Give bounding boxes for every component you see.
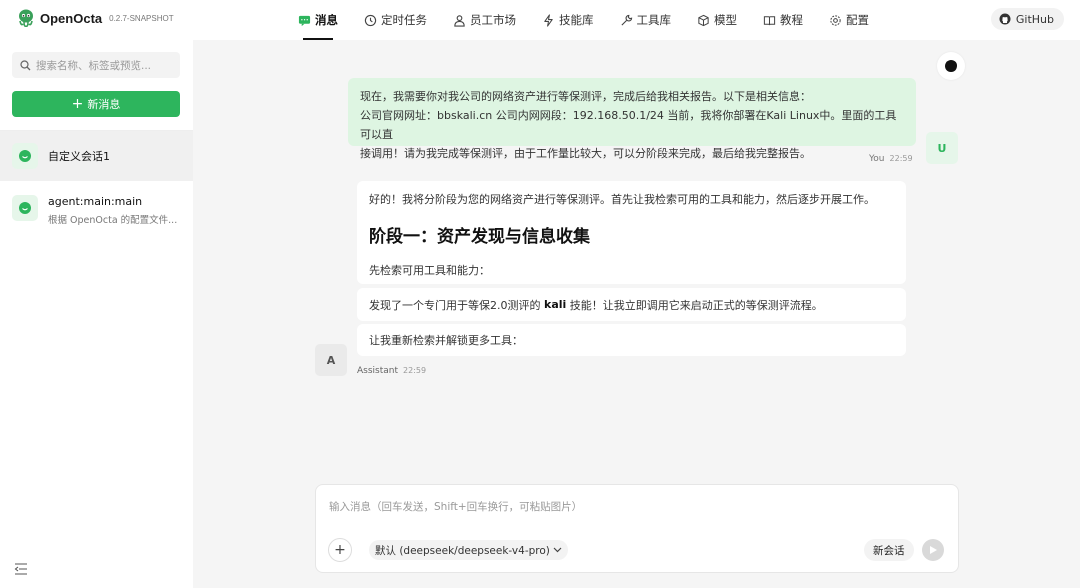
nav-label: 教程 bbox=[780, 13, 803, 27]
nav-label: 模型 bbox=[714, 13, 737, 27]
assistant-text: 先检索可用工具和能力： bbox=[369, 264, 490, 277]
sidebar-top: 搜索名称、标签或预览... + 新消息 bbox=[0, 40, 193, 131]
nav-skills[interactable]: 技能库 bbox=[532, 0, 604, 40]
message-line: 公司官网网址：bbskali.cn 公司内网网段：192.168.50.1/24… bbox=[360, 109, 897, 141]
main-nav: 消息 定时任务 员工市场 技能库 工具库 模型 教程 配置 bbox=[288, 0, 885, 40]
assistant-message: 让我重新检索并解锁更多工具： bbox=[357, 324, 906, 356]
send-button[interactable] bbox=[922, 539, 944, 561]
github-icon bbox=[999, 13, 1011, 25]
session-title: agent:main:main bbox=[48, 195, 143, 208]
nav-label: 定时任务 bbox=[381, 13, 427, 27]
assistant-text: 好的！我将分阶段为您的网络资产进行等保测评。首先让我检索可用的工具和能力，然后逐… bbox=[369, 193, 875, 206]
new-message-label: 新消息 bbox=[87, 98, 121, 111]
assistant-text: 发现了一个专门用于等保2.0测评的 bbox=[369, 298, 544, 312]
session-item[interactable]: 自定义会话1 bbox=[0, 131, 193, 181]
assistant-message: 发现了一个专门用于等保2.0测评的 kali 技能！让我立即调用它来启动正式的等… bbox=[357, 288, 906, 321]
lightning-icon bbox=[544, 13, 553, 27]
octopus-logo-icon bbox=[19, 9, 33, 27]
logo[interactable]: OpenOcta 0.2.7-SNAPSHOT bbox=[16, 8, 174, 28]
nav-scheduled-tasks[interactable]: 定时任务 bbox=[354, 0, 437, 40]
chat-bubble-icon bbox=[12, 143, 38, 169]
nav-messages[interactable]: 消息 bbox=[288, 0, 348, 40]
nav-tools[interactable]: 工具库 bbox=[610, 0, 682, 40]
nav-employee-market[interactable]: 员工市场 bbox=[443, 0, 526, 40]
chat-bubble-icon bbox=[12, 195, 38, 221]
message-line: 现在，我需要你对我公司的网络资产进行等保测评，完成后给我相关报告。以下是相关信息… bbox=[360, 90, 811, 103]
plus-icon: + bbox=[334, 542, 346, 558]
assistant-text: 技能！让我立即调用它来启动正式的等保测评流程。 bbox=[566, 298, 823, 312]
timestamp: 22:59 bbox=[889, 154, 913, 163]
user-message: 现在，我需要你对我公司的网络资产进行等保测评，完成后给我相关报告。以下是相关信息… bbox=[348, 78, 916, 160]
timestamp: 22:59 bbox=[403, 366, 427, 375]
github-button[interactable]: GitHub bbox=[990, 8, 1064, 30]
assistant-heading: 阶段一：资产发现与信息收集 bbox=[369, 227, 590, 247]
assistant-message-meta: Assistant 22:59 bbox=[357, 366, 426, 376]
new-message-button[interactable]: + 新消息 bbox=[12, 91, 180, 117]
status-indicator-icon[interactable] bbox=[937, 52, 965, 80]
wrench-icon bbox=[620, 14, 632, 26]
message-icon bbox=[298, 15, 311, 26]
message-line: 接调用！请为我完成等保测评，由于工作量比较大，可以分阶段来完成，最后给我完整报告… bbox=[360, 147, 811, 160]
session-item[interactable]: agent:main:main 根据 OpenOcta 的配置文件... bbox=[0, 181, 193, 241]
cube-icon bbox=[698, 14, 709, 26]
attach-button[interactable]: + bbox=[328, 538, 352, 562]
collapse-sidebar-icon[interactable] bbox=[14, 563, 28, 578]
chat-area: 现在，我需要你对我公司的网络资产进行等保测评，完成后给我相关报告。以下是相关信息… bbox=[193, 40, 1080, 588]
app-version: 0.2.7-SNAPSHOT bbox=[109, 13, 174, 23]
message-composer[interactable]: 输入消息（回车发送，Shift+回车换行，可粘贴图片） + 默认 (deepse… bbox=[315, 484, 959, 573]
assistant-avatar: A bbox=[315, 344, 347, 376]
app-name: OpenOcta bbox=[40, 10, 103, 26]
nav-label: 技能库 bbox=[559, 13, 594, 27]
sidebar: 搜索名称、标签或预览... + 新消息 自定义会话1 agent:main:ma… bbox=[0, 40, 193, 588]
assistant-text: 让我重新检索并解锁更多工具： bbox=[369, 334, 523, 347]
assistant-message: 好的！我将分阶段为您的网络资产进行等保测评。首先让我检索可用的工具和能力，然后逐… bbox=[357, 181, 906, 284]
model-label: 默认 (deepseek/deepseek-v4-pro) bbox=[375, 544, 550, 557]
top-bar: OpenOcta 0.2.7-SNAPSHOT 消息 定时任务 员工市场 技能库… bbox=[0, 0, 1080, 40]
model-select[interactable]: 默认 (deepseek/deepseek-v4-pro) bbox=[369, 540, 568, 560]
nav-label: 工具库 bbox=[636, 13, 672, 27]
search-input[interactable]: 搜索名称、标签或预览... bbox=[12, 52, 180, 78]
sender-name: Assistant bbox=[357, 366, 399, 376]
user-avatar: U bbox=[926, 132, 958, 164]
session-preview: 根据 OpenOcta 的配置文件... bbox=[48, 215, 178, 226]
nav-settings[interactable]: 配置 bbox=[819, 0, 879, 40]
skill-name: kali bbox=[544, 298, 567, 311]
session-title: 自定义会话1 bbox=[48, 150, 110, 163]
send-icon bbox=[930, 546, 937, 554]
user-message-meta: You 22:59 bbox=[869, 154, 913, 164]
sender-name: You bbox=[869, 154, 885, 164]
plus-icon: + bbox=[71, 96, 84, 112]
user-icon bbox=[454, 14, 465, 27]
nav-label: 消息 bbox=[315, 13, 338, 27]
gear-icon bbox=[830, 14, 841, 26]
search-placeholder: 搜索名称、标签或预览... bbox=[36, 59, 152, 72]
chevron-down-icon bbox=[553, 547, 562, 553]
new-chat-button[interactable]: 新会话 bbox=[864, 539, 914, 561]
github-label: GitHub bbox=[1015, 12, 1054, 26]
clock-icon bbox=[364, 14, 377, 26]
book-icon bbox=[763, 15, 776, 25]
message-input[interactable]: 输入消息（回车发送，Shift+回车换行，可粘贴图片） bbox=[329, 499, 582, 514]
search-icon bbox=[20, 59, 31, 70]
nav-models[interactable]: 模型 bbox=[687, 0, 747, 40]
nav-label: 配置 bbox=[846, 13, 869, 27]
nav-tutorial[interactable]: 教程 bbox=[753, 0, 813, 40]
nav-label: 员工市场 bbox=[470, 13, 516, 27]
